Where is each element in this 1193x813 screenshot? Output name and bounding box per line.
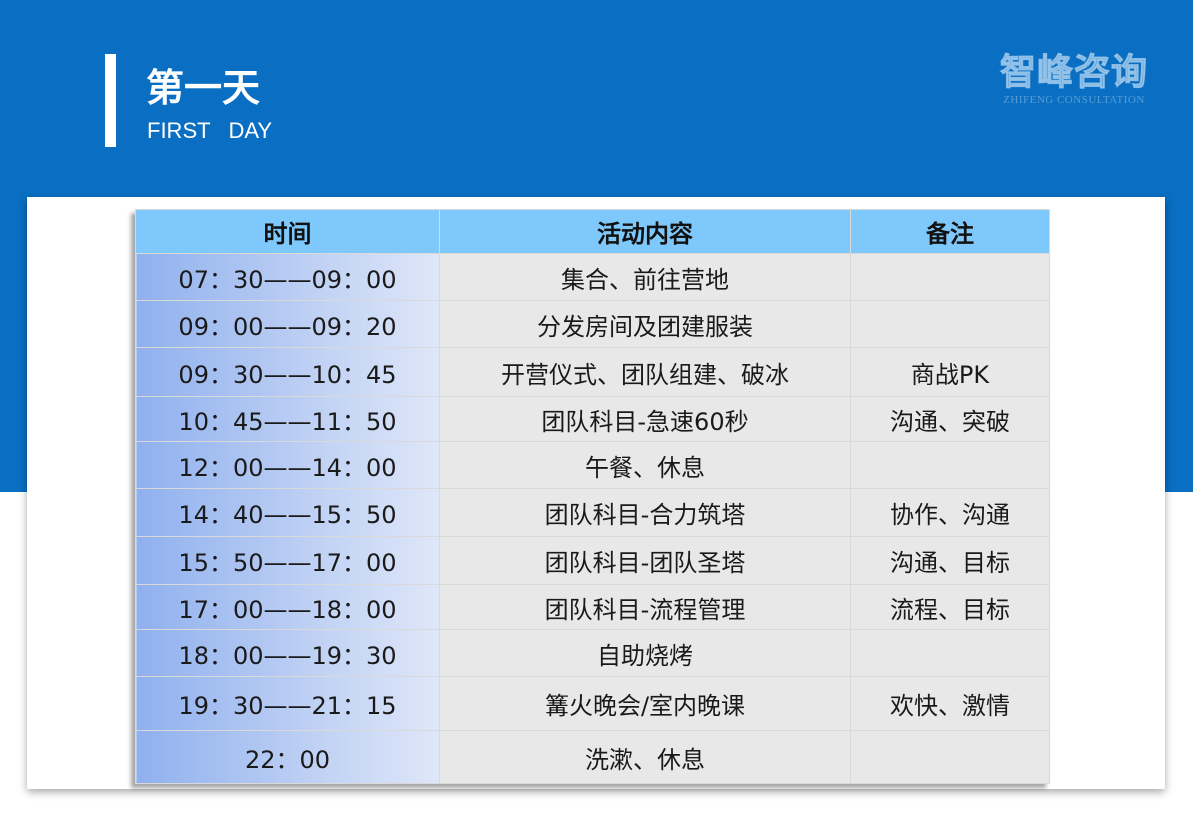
note-cell [850,629,1050,677]
time-cell: 12：00——14：00 [135,441,440,489]
header-activity: 活动内容 [439,209,851,254]
activity-cell: 团队科目-流程管理 [439,584,851,630]
activity-cell: 午餐、休息 [439,441,851,489]
page-subtitle: FIRST DAY [147,118,273,143]
note-cell [850,441,1050,489]
note-cell: 欢快、激情 [850,676,1050,731]
table-header-row: 时间 活动内容 备注 [135,209,1050,254]
page-title: 第一天 [146,66,261,110]
activity-cell: 自助烧烤 [439,629,851,677]
time-cell: 09：30——10：45 [135,347,440,397]
note-cell: 沟通、突破 [850,396,1050,442]
time-cell: 19：30——21：15 [135,676,440,731]
note-cell [850,730,1050,784]
company-logo: 智峰咨询 ZHIFENG CONSULTATION [998,52,1150,107]
schedule-table: 时间 活动内容 备注 07：30——09：00 集合、前往营地 09：00——0… [135,209,1050,784]
note-cell [850,300,1050,348]
title-accent-bar [105,54,116,147]
header-time: 时间 [135,209,440,254]
header-note: 备注 [850,209,1050,254]
activity-cell: 团队科目-团队圣塔 [439,536,851,585]
table-row: 18：00——19：30 自助烧烤 [135,629,1050,677]
note-cell: 流程、目标 [850,584,1050,630]
activity-cell: 团队科目-急速60秒 [439,396,851,442]
time-cell: 17：00——18：00 [135,584,440,630]
time-cell: 14：40——15：50 [135,488,440,537]
note-cell [850,253,1050,301]
time-cell: 15：50——17：00 [135,536,440,585]
activity-cell: 篝火晚会/室内晚课 [439,676,851,731]
time-cell: 10：45——11：50 [135,396,440,442]
table-row: 09：00——09：20 分发房间及团建服装 [135,300,1050,348]
activity-cell: 分发房间及团建服装 [439,300,851,348]
activity-cell: 开营仪式、团队组建、破冰 [439,347,851,397]
activity-cell: 洗漱、休息 [439,730,851,784]
note-cell: 沟通、目标 [850,536,1050,585]
time-cell: 07：30——09：00 [135,253,440,301]
table-row: 09：30——10：45 开营仪式、团队组建、破冰 商战PK [135,347,1050,397]
time-cell: 09：00——09：20 [135,300,440,348]
table-row: 15：50——17：00 团队科目-团队圣塔 沟通、目标 [135,536,1050,585]
logo-tagline: ZHIFENG CONSULTATION [1003,94,1145,106]
activity-cell: 团队科目-合力筑塔 [439,488,851,537]
activity-cell: 集合、前往营地 [439,253,851,301]
table-row: 12：00——14：00 午餐、休息 [135,441,1050,489]
table-row: 19：30——21：15 篝火晚会/室内晚课 欢快、激情 [135,676,1050,731]
table-row: 22：00 洗漱、休息 [135,730,1050,784]
table-row: 14：40——15：50 团队科目-合力筑塔 协作、沟通 [135,488,1050,537]
time-cell: 22：00 [135,730,440,784]
table-row: 10：45——11：50 团队科目-急速60秒 沟通、突破 [135,396,1050,442]
logo-name: 智峰咨询 [999,52,1148,94]
table-row: 07：30——09：00 集合、前往营地 [135,253,1050,301]
time-cell: 18：00——19：30 [135,629,440,677]
note-cell: 协作、沟通 [850,488,1050,537]
note-cell: 商战PK [850,347,1050,397]
table-row: 17：00——18：00 团队科目-流程管理 流程、目标 [135,584,1050,630]
